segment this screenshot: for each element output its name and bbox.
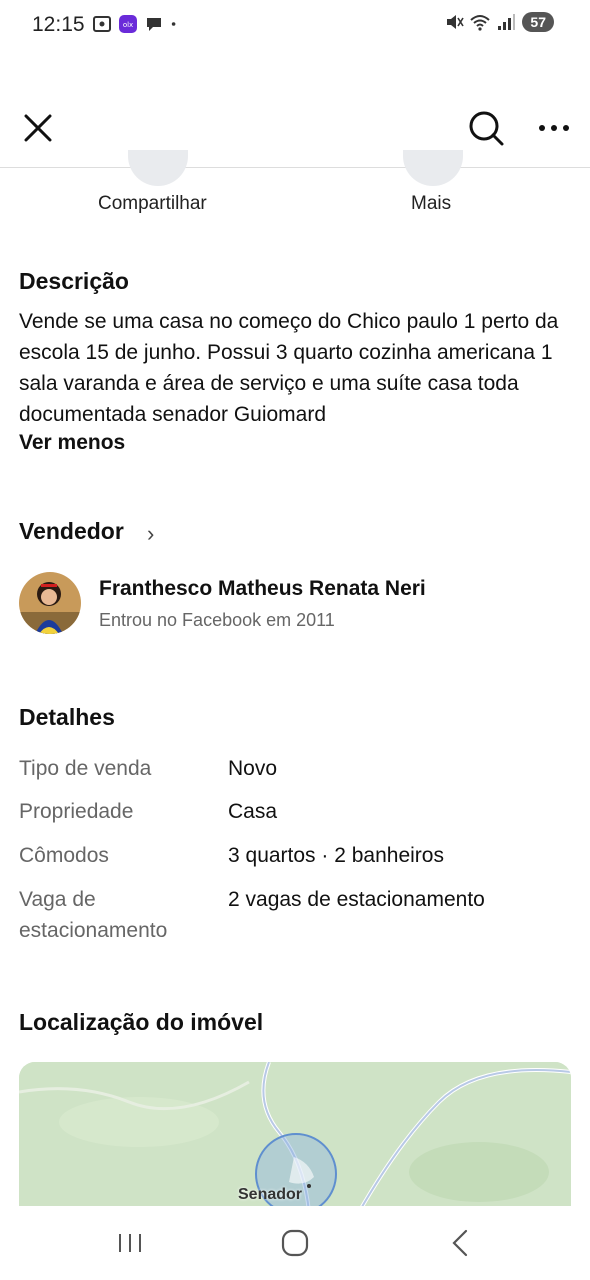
location-title: Localização do imóvel — [19, 1009, 264, 1035]
location-map[interactable]: Senador — [19, 1062, 571, 1212]
detail-label: Tipo de venda — [19, 757, 152, 780]
mute-icon — [447, 15, 465, 29]
app-notification-icon: olx — [119, 15, 137, 33]
status-time: 12:15 — [32, 13, 85, 36]
status-right-icons: 57 — [444, 12, 554, 32]
detail-value: 2 vagas de estacionamento — [228, 888, 485, 911]
recent-apps-icon[interactable] — [110, 1226, 150, 1260]
detail-label: Vaga de estacionamento — [19, 888, 168, 942]
home-icon[interactable] — [275, 1226, 315, 1260]
chat-bubble-icon — [147, 18, 161, 31]
seller-joined: Entrou no Facebook em 2011 — [99, 610, 335, 630]
status-bar: 12:15 olx 57 — [0, 0, 590, 52]
dot-icon — [171, 22, 176, 26]
more-button-label[interactable]: Mais — [411, 193, 451, 215]
search-icon[interactable] — [466, 108, 506, 148]
detail-value: Casa — [228, 800, 278, 823]
detail-value: 3 quartos · 2 banheiros — [228, 844, 444, 867]
seller-title[interactable]: Vendedor — [19, 518, 124, 545]
wifi-icon — [470, 15, 491, 31]
seller-name[interactable]: Franthesco Matheus Renata Neri — [99, 577, 426, 601]
screenshot-icon — [93, 16, 111, 32]
share-button-circle[interactable] — [128, 150, 188, 186]
close-icon[interactable] — [20, 110, 56, 146]
battery-indicator: 57 — [522, 12, 554, 32]
top-bar — [0, 92, 590, 168]
detail-label: Propriedade — [19, 800, 134, 823]
avatar-image — [19, 572, 81, 634]
map-place-label: Senador — [238, 1186, 303, 1203]
more-options-icon[interactable] — [536, 116, 572, 140]
more-button-circle[interactable] — [403, 150, 463, 186]
details-title: Detalhes — [19, 704, 115, 730]
see-less-link[interactable]: Ver menos — [19, 431, 125, 455]
share-button-label[interactable]: Compartilhar — [98, 193, 207, 215]
detail-label: Cômodos — [19, 844, 109, 867]
signal-icon — [498, 14, 516, 30]
detail-value: Novo — [228, 757, 278, 780]
back-icon[interactable] — [440, 1226, 480, 1260]
description-text: Vende se uma casa no começo do Chico pau… — [19, 310, 559, 426]
description-title: Descrição — [19, 268, 129, 294]
svg-text:olx: olx — [123, 21, 133, 29]
status-left-icons: olx — [92, 14, 182, 34]
system-nav-bar — [0, 1206, 590, 1280]
chevron-right-icon[interactable]: › — [147, 521, 154, 547]
avatar[interactable] — [19, 572, 81, 634]
